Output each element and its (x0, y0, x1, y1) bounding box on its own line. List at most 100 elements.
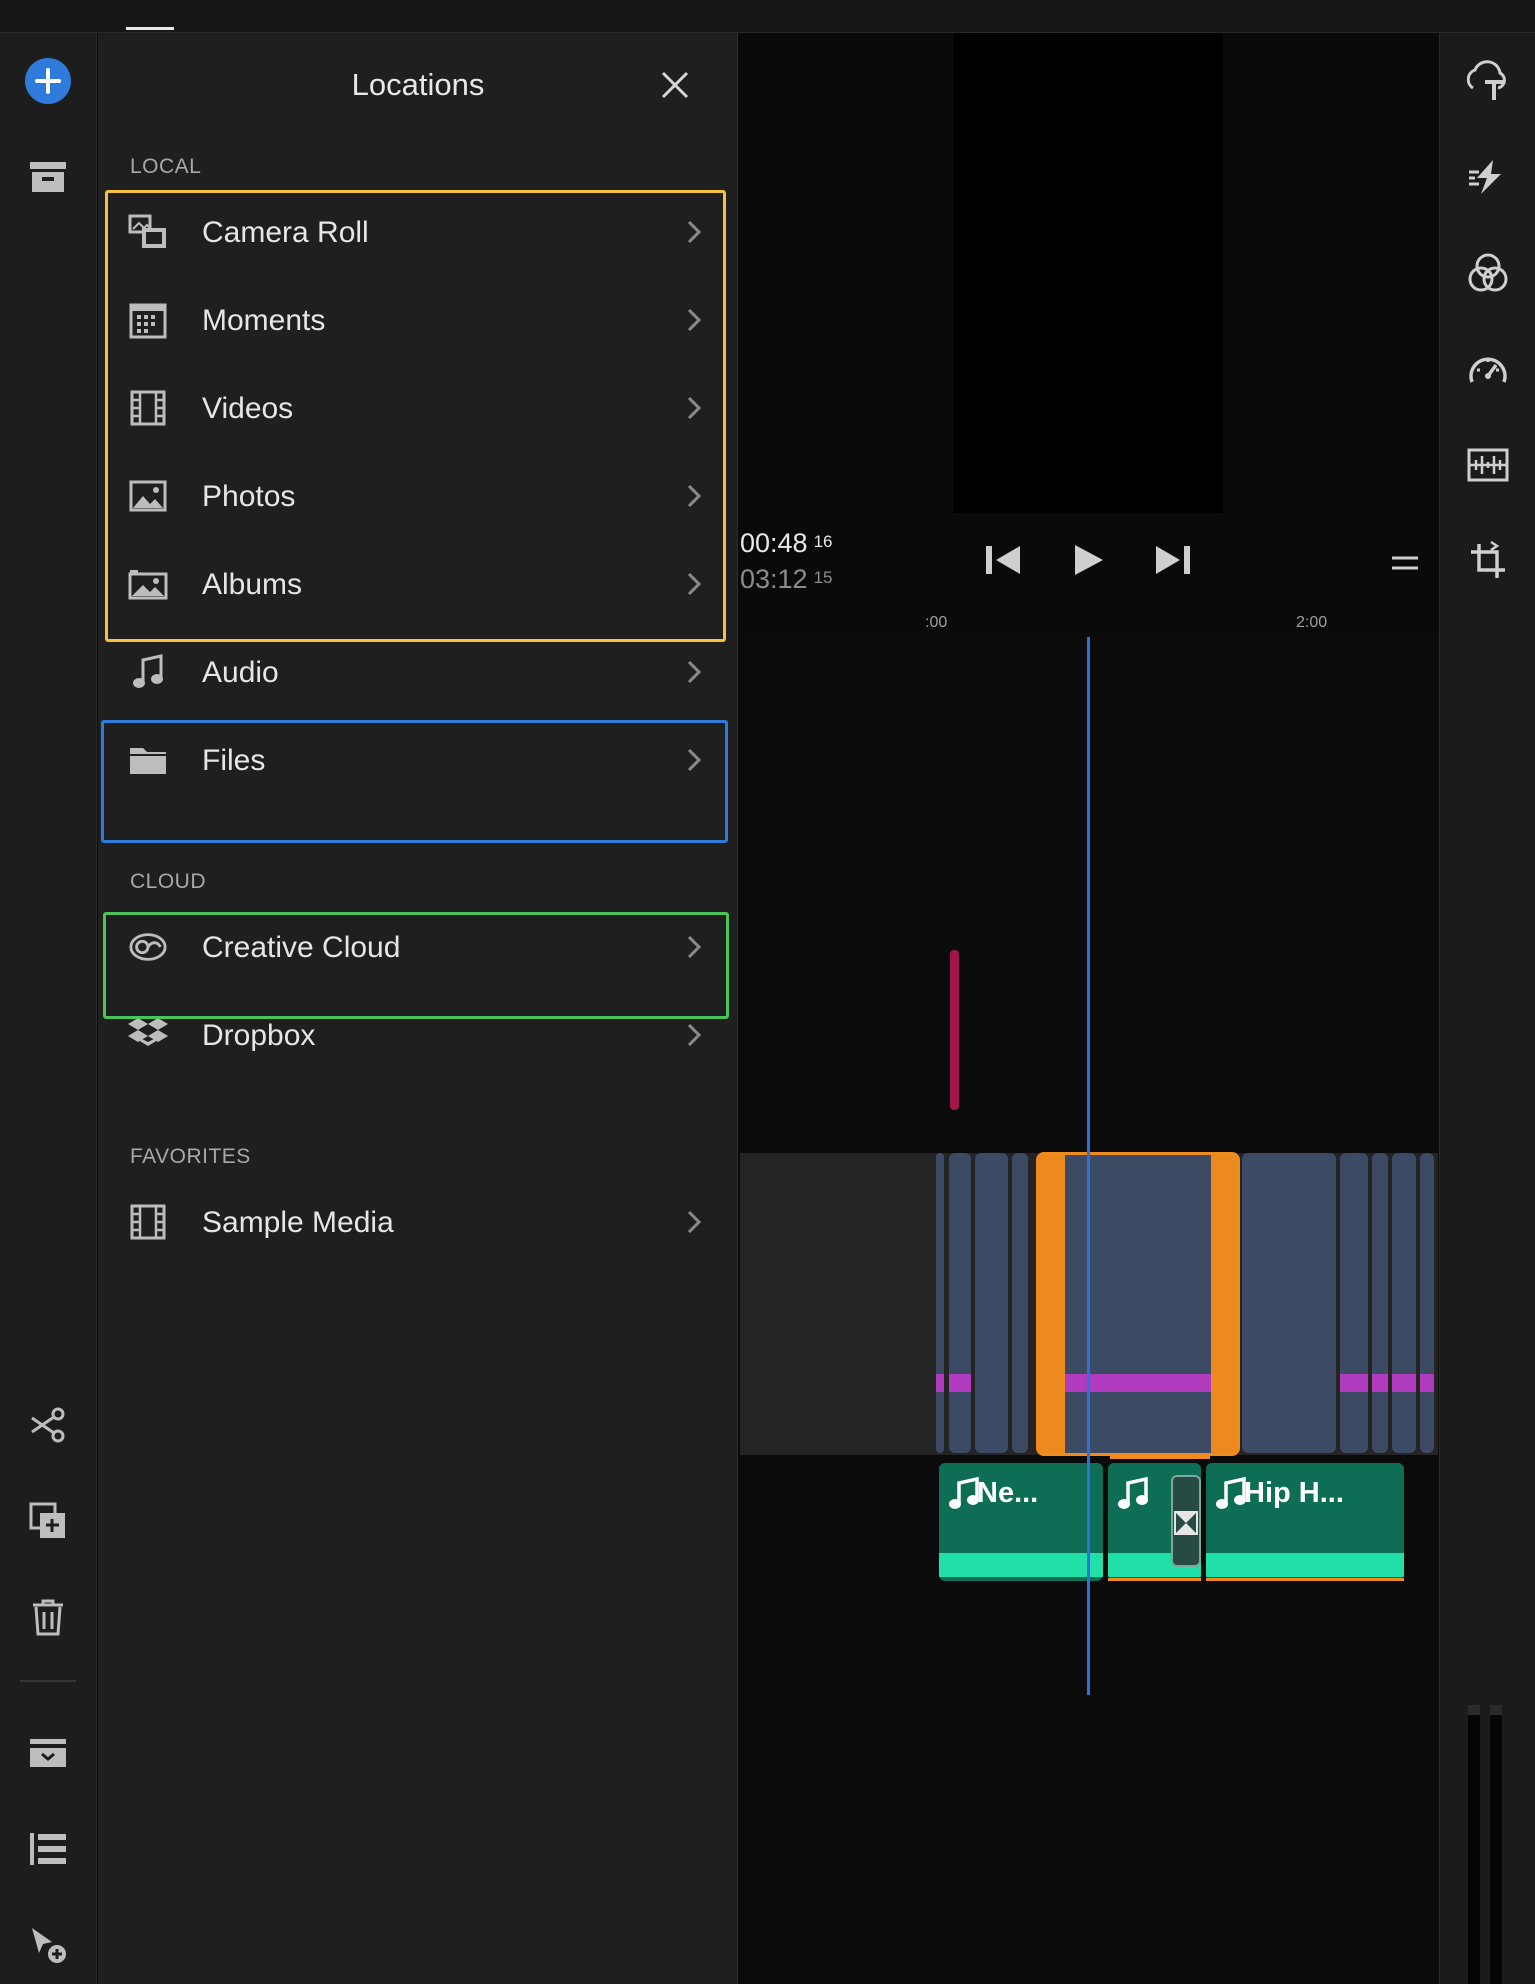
chevron-right-icon (687, 220, 702, 244)
audio-meter-left (1468, 1705, 1480, 1984)
close-button[interactable] (653, 63, 697, 107)
titles-button[interactable] (1464, 57, 1512, 105)
video-clip[interactable] (975, 1153, 1008, 1453)
location-label: Albums (202, 568, 303, 601)
creative-cloud-icon (128, 929, 168, 965)
location-label: Videos (202, 392, 294, 425)
location-camera-roll[interactable]: Camera Roll (98, 188, 738, 276)
left-toolbar (0, 33, 97, 1984)
location-dropbox[interactable]: Dropbox (98, 991, 738, 1079)
color-button[interactable] (1464, 249, 1512, 297)
video-clip[interactable] (1340, 1153, 1368, 1453)
selected-video-clip[interactable] (1036, 1152, 1240, 1456)
trash-icon (33, 1599, 63, 1636)
track-list-button[interactable] (24, 1825, 72, 1873)
location-audio[interactable]: Audio (98, 628, 738, 716)
timeline-marker[interactable] (950, 950, 959, 1110)
music-note-icon (1216, 1477, 1246, 1509)
preview-frame[interactable] (954, 33, 1223, 513)
current-timecode: 00:48 16 (740, 528, 833, 558)
scissors-icon (31, 1407, 65, 1443)
menu-icon[interactable] (1388, 548, 1422, 578)
location-label: Photos (202, 480, 296, 513)
location-label: Dropbox (202, 1019, 316, 1052)
waveform-box-icon (1467, 448, 1509, 482)
tray-icon (30, 1739, 66, 1767)
step-forward-button[interactable] (1148, 536, 1196, 584)
crop-button[interactable] (1464, 537, 1512, 585)
chevron-right-icon (687, 935, 702, 959)
chevron-right-icon (687, 1210, 702, 1234)
section-label-local: LOCAL (130, 155, 202, 178)
trim-handle-right[interactable] (1211, 1155, 1237, 1453)
chevron-right-icon (687, 308, 702, 332)
location-label: Sample Media (202, 1206, 394, 1239)
audio-clip-name: Hip H... (1244, 1477, 1344, 1509)
film-icon (128, 390, 168, 426)
audio-clip[interactable] (1108, 1463, 1201, 1581)
play-button[interactable] (1064, 536, 1112, 584)
audio-clip[interactable]: Hip H... (1206, 1463, 1404, 1581)
add-to-timeline-button[interactable] (24, 1921, 72, 1969)
step-forward-icon (1156, 546, 1190, 574)
location-sample-media[interactable]: Sample Media (98, 1178, 738, 1266)
media-bin-button[interactable] (24, 153, 72, 201)
video-clip[interactable] (1012, 1153, 1028, 1453)
speed-button[interactable] (1464, 345, 1512, 393)
transitions-button[interactable] (1464, 153, 1512, 201)
audio-clip[interactable]: Ne... (939, 1463, 1103, 1581)
split-button[interactable] (24, 1401, 72, 1449)
audio-clip-name: Ne... (977, 1477, 1039, 1509)
active-tab-indicator (126, 27, 174, 30)
transition-handle[interactable] (1171, 1475, 1201, 1567)
ruler-tick: :00 (925, 614, 948, 631)
step-back-button[interactable] (980, 536, 1028, 584)
panel-title: Locations (351, 67, 485, 102)
cursor-plus-icon (32, 1928, 66, 1963)
dropbox-icon (128, 1017, 168, 1053)
location-creative-cloud[interactable]: Creative Cloud (98, 903, 738, 991)
trim-handle-left[interactable] (1039, 1155, 1065, 1453)
color-circles-icon (1468, 253, 1508, 292)
duration-timecode: 03:12 15 (740, 564, 833, 594)
video-clip[interactable] (949, 1153, 971, 1453)
selection-link-line (1110, 1456, 1210, 1459)
project-media-button[interactable] (24, 1729, 72, 1777)
audio-waveform (1206, 1553, 1404, 1577)
chevron-right-icon (687, 748, 702, 772)
video-clip[interactable] (1372, 1153, 1388, 1453)
location-albums[interactable]: Albums (98, 540, 738, 628)
film-icon (128, 1204, 168, 1240)
video-clip[interactable] (1242, 1153, 1336, 1453)
music-note-icon (128, 654, 168, 690)
list-icon (30, 1833, 66, 1865)
audio-waveform (939, 1553, 1103, 1577)
chevron-right-icon (687, 572, 702, 596)
duplicate-button[interactable] (24, 1497, 72, 1545)
audio-levels-button[interactable] (1464, 441, 1512, 489)
video-clip[interactable] (1420, 1153, 1434, 1453)
playhead[interactable] (1087, 637, 1090, 1695)
archive-icon (30, 162, 66, 192)
video-clip[interactable] (936, 1153, 944, 1453)
location-label: Files (202, 744, 266, 777)
close-icon (661, 71, 689, 99)
audio-selection-edge (1108, 1578, 1201, 1581)
duplicate-icon (29, 1502, 65, 1538)
transition-icon (1174, 1511, 1198, 1535)
location-videos[interactable]: Videos (98, 364, 738, 452)
location-moments[interactable]: Moments (98, 276, 738, 364)
folder-icon (128, 742, 168, 778)
delete-button[interactable] (24, 1593, 72, 1641)
location-label: Camera Roll (202, 216, 369, 249)
location-photos[interactable]: Photos (98, 452, 738, 540)
video-clip[interactable] (1392, 1153, 1416, 1453)
lightning-icon (1469, 160, 1501, 194)
speedometer-icon (1469, 357, 1507, 383)
audio-meter-right (1490, 1705, 1502, 1984)
crop-rotate-icon (1471, 540, 1505, 578)
location-files[interactable]: Files (98, 716, 738, 804)
chevron-right-icon (687, 484, 702, 508)
plus-icon (25, 58, 71, 104)
add-media-button[interactable] (24, 57, 72, 105)
